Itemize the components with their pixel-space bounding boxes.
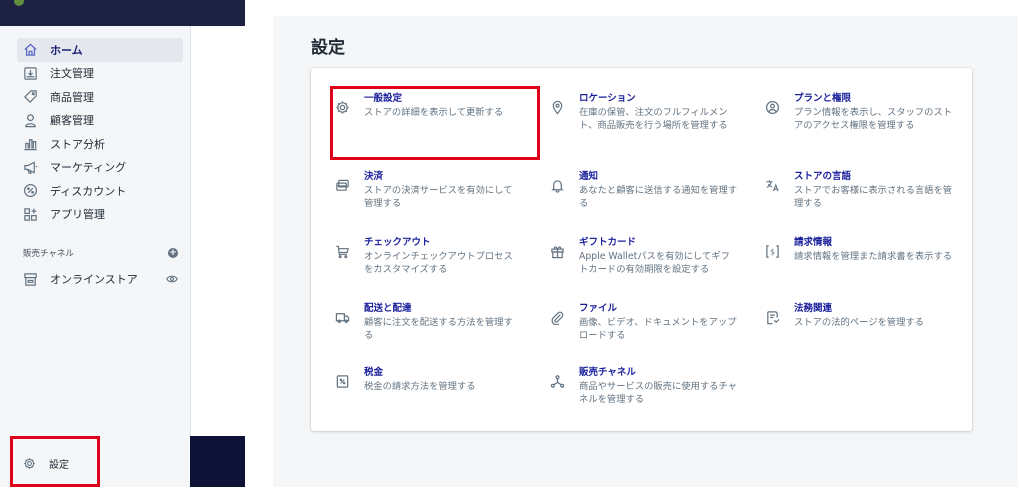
plan-icon [764, 99, 780, 115]
setting-title: 配送と配達 [364, 303, 412, 314]
location-pin-icon [549, 99, 565, 115]
setting-desc: 画像、ビデオ、ドキュメントをアップロードする [579, 317, 737, 341]
nav-item-analytics[interactable]: ストア分析 [17, 132, 183, 156]
setting-title: 請求情報 [794, 237, 833, 248]
setting-title: 通知 [579, 171, 599, 182]
channels-icon [549, 373, 565, 389]
setting-taxes[interactable]: 税金税金の請求方法を管理する [334, 366, 514, 393]
add-channel-plus-icon[interactable]: + [168, 248, 178, 258]
nav-label: マーケティング [50, 161, 127, 175]
setting-desc: 税金の請求方法を管理する [364, 381, 476, 392]
setting-title: チェックアウト [364, 237, 431, 248]
setting-title: プランと権限 [794, 93, 852, 104]
cart-icon [334, 243, 350, 259]
nav-item-home[interactable]: ホーム [17, 38, 183, 62]
payments-icon [334, 177, 350, 193]
person-icon [23, 113, 38, 128]
setting-billing[interactable]: $ 請求情報請求情報を管理また請求書を表示する [764, 236, 954, 263]
nav-label: 商品管理 [50, 90, 94, 104]
nav-item-products[interactable]: 商品管理 [17, 85, 183, 109]
legal-icon [764, 309, 780, 325]
setting-payments[interactable]: 決済ストアの決済サービスを有効にして管理する [334, 170, 514, 210]
nav-item-discounts[interactable]: ディスカウント [17, 179, 183, 203]
svg-text:$: $ [770, 247, 775, 256]
discount-icon [23, 183, 38, 198]
setting-languages[interactable]: ストアの言語ストアでお客様に表示される言語を管理する [764, 170, 954, 210]
gear-icon [334, 99, 350, 115]
nav-item-marketing[interactable]: マーケティング [17, 156, 183, 180]
nav-label: アプリ管理 [50, 208, 105, 222]
nav-item-orders[interactable]: 注文管理 [17, 62, 183, 86]
setting-sales-channels[interactable]: 販売チャネル商品やサービスの販売に使用するチャネルを管理する [549, 366, 739, 406]
megaphone-icon [23, 160, 38, 175]
setting-desc: ストアの決済サービスを有効にして管理する [364, 185, 513, 209]
setting-title: 一般設定 [364, 93, 403, 104]
setting-desc: 在庫の保管、注文のフルフィルメント、商品販売を行う場所を管理する [579, 107, 728, 131]
dark-panel [190, 436, 245, 487]
setting-title: ギフトカード [579, 237, 637, 248]
sales-channels-header: 販売チャネル + [23, 247, 178, 259]
apps-icon [23, 207, 38, 222]
page-title: 設定 [311, 38, 345, 58]
setting-desc: 請求情報を管理また請求書を表示する [794, 251, 953, 262]
setting-title: ファイル [579, 303, 618, 314]
setting-title: 販売チャネル [579, 367, 636, 378]
orders-icon [23, 66, 38, 81]
nav-label: ストア分析 [50, 137, 105, 151]
paperclip-icon [549, 309, 565, 325]
setting-shipping[interactable]: 配送と配達顧客に注文を配送する方法を管理する [334, 302, 514, 342]
setting-desc: 商品やサービスの販売に使用するチャネルを管理する [579, 381, 737, 405]
setting-desc: ストアでお客様に表示される言語を管理する [794, 185, 953, 209]
nav-item-settings[interactable]: 設定 [23, 452, 69, 474]
setting-files[interactable]: ファイル画像、ビデオ、ドキュメントをアップロードする [549, 302, 739, 342]
logo-icon [14, 0, 24, 6]
setting-title: ロケーション [579, 93, 636, 104]
truck-icon [334, 309, 350, 325]
tax-icon [334, 373, 350, 389]
setting-notifications[interactable]: 通知あなたと顧客に送信する通知を管理する [549, 170, 739, 210]
online-store-label: オンラインストア [50, 273, 138, 286]
bell-icon [549, 177, 565, 193]
main-nav: ホーム 注文管理 商品管理 顧客管理 ストア分析 マーケティング ディスカウント… [17, 38, 183, 226]
gift-icon [549, 243, 565, 259]
nav-item-apps[interactable]: アプリ管理 [17, 203, 183, 227]
setting-general[interactable]: 一般設定ストアの詳細を表示して更新する [334, 92, 534, 119]
nav-label: 注文管理 [50, 67, 94, 81]
channels-header-label: 販売チャネル [23, 249, 74, 259]
setting-checkout[interactable]: チェックアウトオンラインチェックアウトプロセスをカスタマイズする [334, 236, 514, 276]
language-icon [764, 177, 780, 193]
setting-title: 法務関連 [794, 303, 833, 314]
gear-icon [23, 457, 36, 470]
billing-icon: $ [764, 243, 780, 259]
nav-label: 顧客管理 [50, 114, 94, 128]
setting-title: 決済 [364, 171, 384, 182]
nav-item-customers[interactable]: 顧客管理 [17, 109, 183, 133]
store-icon [23, 272, 38, 287]
home-icon [23, 42, 38, 57]
tag-icon [23, 89, 38, 104]
nav-label: ホーム [50, 43, 83, 57]
setting-desc: あなたと顧客に送信する通知を管理する [579, 185, 738, 209]
nav-item-online-store[interactable]: オンラインストア [23, 268, 178, 290]
setting-desc: ストアの法的ページを管理する [794, 317, 924, 328]
setting-desc: 顧客に注文を配送する方法を管理する [364, 317, 513, 341]
setting-desc: Apple Walletパスを有効にしてギフトカードの有効期限を設定する [579, 251, 730, 275]
setting-plan[interactable]: プランと権限プラン情報を表示し、スタッフのストアのアクセス権限を管理する [764, 92, 954, 132]
setting-desc: プラン情報を表示し、スタッフのストアのアクセス権限を管理する [794, 107, 953, 131]
setting-title: ストアの言語 [794, 171, 852, 182]
setting-locations[interactable]: ロケーション在庫の保管、注文のフルフィルメント、商品販売を行う場所を管理する [549, 92, 739, 132]
sidebar: ホーム 注文管理 商品管理 顧客管理 ストア分析 マーケティング ディスカウント… [0, 0, 191, 487]
setting-gift-cards[interactable]: ギフトカード Apple Walletパスを有効にしてギフトカードの有効期限を設定… [549, 236, 739, 276]
nav-label: ディスカウント [50, 184, 127, 198]
setting-desc: オンラインチェックアウトプロセスをカスタマイズする [364, 251, 513, 275]
top-bar [0, 0, 245, 26]
settings-label: 設定 [49, 459, 69, 471]
setting-desc: ストアの詳細を表示して更新する [364, 107, 504, 118]
eye-icon[interactable] [166, 273, 178, 285]
setting-legal[interactable]: 法務関連ストアの法的ページを管理する [764, 302, 964, 329]
setting-title: 税金 [364, 367, 384, 378]
analytics-icon [23, 136, 38, 151]
settings-card: 一般設定ストアの詳細を表示して更新する ロケーション在庫の保管、注文のフルフィル… [311, 68, 972, 431]
